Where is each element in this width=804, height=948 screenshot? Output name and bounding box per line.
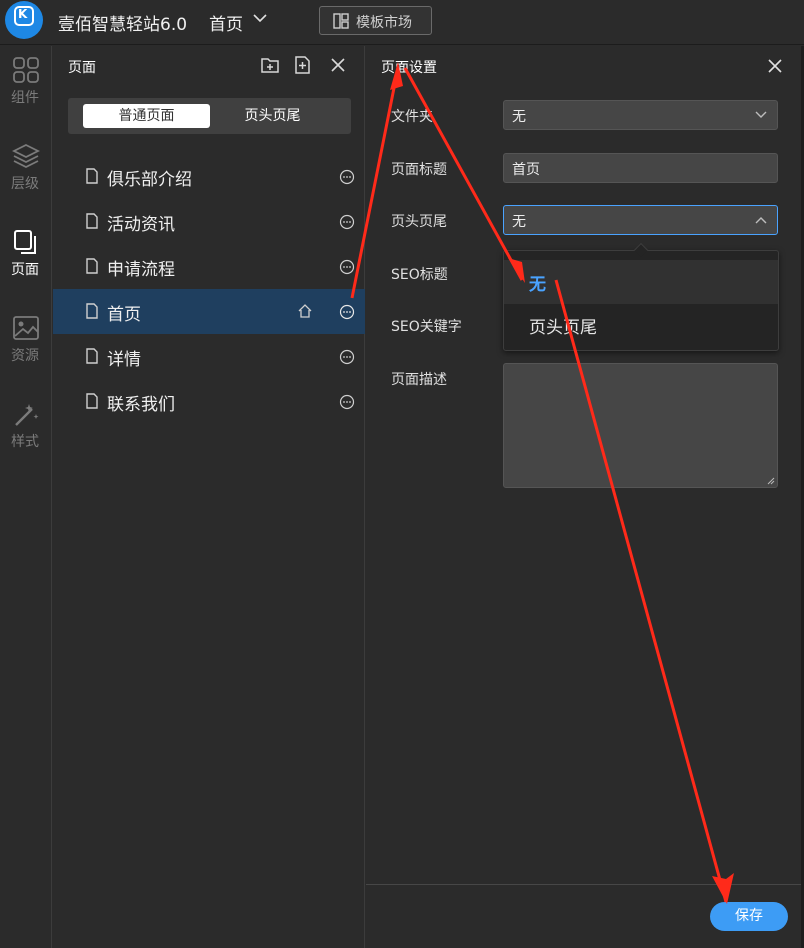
header-footer-select[interactable]: 无 <box>503 205 778 235</box>
page-type-tabs: 普通页面 页头页尾 <box>68 98 351 134</box>
more-options-icon[interactable] <box>339 394 355 410</box>
seo-title-label: SEO标题 <box>391 267 448 283</box>
tab-header-footer[interactable]: 页头页尾 <box>209 104 336 128</box>
page-list-item[interactable]: 详情 <box>53 334 365 379</box>
current-page-label: 首页 <box>209 15 243 35</box>
header-footer-value: 无 <box>512 214 526 230</box>
settings-footer-divider <box>366 884 804 885</box>
pages-icon <box>14 230 36 254</box>
new-folder-icon[interactable] <box>260 55 280 75</box>
page-list-item[interactable]: 联系我们 <box>53 379 365 424</box>
app-logo[interactable]: K <box>5 1 43 39</box>
image-resource-icon <box>13 316 39 340</box>
page-settings-title: 页面设置 <box>381 60 437 76</box>
resize-handle-icon[interactable] <box>767 477 775 485</box>
page-name: 申请流程 <box>107 260 175 280</box>
page-settings-panel: 页面设置 文件夹 无 页面标题 首页 页头页尾 无 SEO标题 SEO关键字 页… <box>366 46 804 948</box>
page-description-textarea[interactable] <box>503 363 778 488</box>
document-icon <box>86 213 98 229</box>
home-icon <box>298 304 312 318</box>
logo-letter: K <box>18 7 28 21</box>
rail-item-layers[interactable]: 层级 <box>0 142 52 202</box>
page-title-value: 首页 <box>512 162 540 178</box>
page-list-item[interactable]: 申请流程 <box>53 244 365 289</box>
chevron-up-icon <box>755 217 767 224</box>
current-page-select[interactable]: 首页 <box>209 10 267 35</box>
new-page-icon[interactable] <box>292 55 312 75</box>
chevron-down-icon <box>755 111 767 118</box>
app-title: 壹佰智慧轻站6.0 <box>58 15 188 35</box>
template-market-label: 模板市场 <box>356 15 412 31</box>
page-list-item[interactable]: 活动资讯 <box>53 199 365 244</box>
left-rail: 组件 层级 页面 资源 样式 <box>0 46 52 948</box>
pages-panel-title: 页面 <box>68 60 96 76</box>
rail-item-resources[interactable]: 资源 <box>0 314 52 374</box>
rail-label: 层级 <box>11 176 39 192</box>
document-icon <box>86 168 98 184</box>
folder-label: 文件夹 <box>391 109 433 125</box>
rail-item-components[interactable]: 组件 <box>0 56 52 116</box>
top-bar: K 壹佰智慧轻站6.0 首页 模板市场 <box>0 0 804 45</box>
page-name: 联系我们 <box>107 395 175 415</box>
page-name: 俱乐部介绍 <box>107 170 192 190</box>
page-list-item-selected[interactable]: 首页 <box>53 289 365 334</box>
pages-panel: 页面 普通页面 页头页尾 俱乐部介绍 活动资讯 申请流程 首页 详情 联系我们 <box>53 46 365 948</box>
page-name: 活动资讯 <box>107 215 175 235</box>
more-options-icon[interactable] <box>339 259 355 275</box>
header-footer-label: 页头页尾 <box>391 214 447 230</box>
close-icon[interactable] <box>330 55 346 75</box>
dropdown-caret <box>633 242 649 258</box>
chevron-down-icon <box>253 14 267 23</box>
rail-label: 样式 <box>11 434 39 450</box>
page-title-input[interactable]: 首页 <box>503 153 778 183</box>
seo-keywords-label: SEO关键字 <box>391 319 462 335</box>
document-icon <box>86 303 98 319</box>
header-footer-dropdown: 无 页头页尾 <box>503 242 779 351</box>
layers-icon <box>12 143 40 169</box>
page-list-item[interactable]: 俱乐部介绍 <box>53 154 365 199</box>
rail-item-styles[interactable]: 样式 <box>0 400 52 460</box>
page-name: 首页 <box>107 305 141 325</box>
save-button[interactable]: 保存 <box>710 902 788 931</box>
rail-item-pages[interactable]: 页面 <box>0 228 52 288</box>
magic-wand-style-icon <box>15 404 39 426</box>
more-options-icon[interactable] <box>339 214 355 230</box>
rail-label: 组件 <box>11 90 39 106</box>
more-options-icon[interactable] <box>339 349 355 365</box>
dropdown-option-label: 页头页尾 <box>529 318 597 338</box>
page-description-label: 页面描述 <box>391 372 447 388</box>
dropdown-option[interactable]: 页头页尾 <box>504 303 778 347</box>
more-options-icon[interactable] <box>339 304 355 320</box>
folder-value: 无 <box>512 109 526 125</box>
dropdown-option-label: 无 <box>529 275 546 295</box>
template-market-button[interactable]: 模板市场 <box>319 6 432 35</box>
folder-select[interactable]: 无 <box>503 100 778 130</box>
document-icon <box>86 258 98 274</box>
page-name: 详情 <box>107 350 141 370</box>
tab-normal-pages[interactable]: 普通页面 <box>83 104 210 128</box>
template-layout-icon <box>333 13 349 29</box>
document-icon <box>86 348 98 364</box>
dropdown-option-selected[interactable]: 无 <box>504 260 778 304</box>
components-grid-icon <box>13 57 39 83</box>
document-icon <box>86 393 98 409</box>
page-title-label: 页面标题 <box>391 162 447 178</box>
more-options-icon[interactable] <box>339 169 355 185</box>
rail-label: 页面 <box>11 262 39 278</box>
rail-label: 资源 <box>11 348 39 364</box>
close-icon[interactable] <box>767 58 783 74</box>
